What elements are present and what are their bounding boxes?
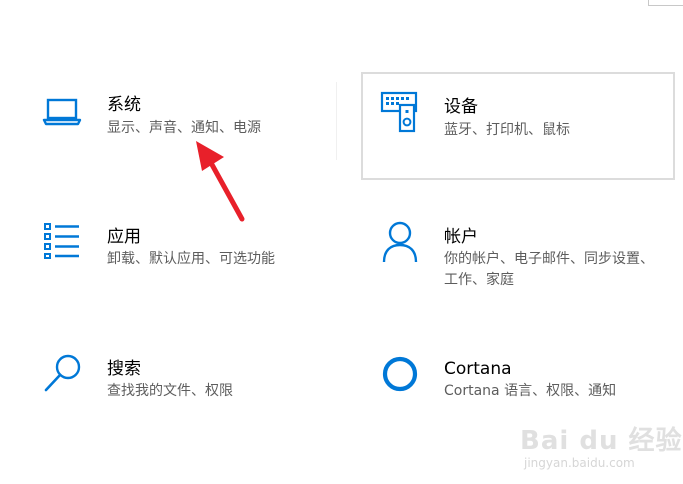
- tile-description: 查找我的文件、权限: [107, 383, 233, 399]
- devices-icon: [380, 91, 418, 133]
- apps-list-icon: [44, 223, 79, 259]
- tile-title: Cortana: [444, 359, 512, 379]
- column-divider: [336, 82, 337, 160]
- person-icon: [382, 221, 418, 263]
- tile-title: 帐户: [444, 227, 478, 247]
- settings-tile-system[interactable]: 系统 显示、声音、通知、电源: [30, 80, 330, 180]
- tile-title: 搜索: [107, 359, 141, 379]
- tile-description: Cortana 语言、权限、通知: [444, 383, 617, 399]
- annotation-arrow-icon: [196, 141, 245, 222]
- settings-tile-devices[interactable]: 设备 蓝牙、打印机、鼠标: [361, 72, 675, 180]
- tile-title: 应用: [107, 227, 141, 247]
- cortana-icon: [382, 356, 418, 392]
- tile-description: 蓝牙、打印机、鼠标: [444, 122, 570, 138]
- tile-description: 卸载、默认应用、可选功能: [107, 251, 275, 267]
- tile-title: 设备: [444, 97, 478, 117]
- window-corner-frame: [648, 0, 683, 6]
- settings-tile-accounts[interactable]: 帐户 你的帐户、电子邮件、同步设置、工作、家庭: [365, 212, 675, 312]
- watermark-url: jingyan.baidu.com: [524, 456, 635, 470]
- search-icon: [44, 354, 81, 392]
- tile-title: 系统: [107, 95, 141, 115]
- baidu-watermark: Bai du 经验 jingyan.baidu.com: [520, 420, 683, 480]
- settings-tile-search[interactable]: 搜索 查找我的文件、权限: [30, 344, 330, 444]
- settings-tile-apps[interactable]: 应用 卸载、默认应用、可选功能: [30, 212, 330, 312]
- laptop-icon: [42, 98, 82, 126]
- tile-description: 你的帐户、电子邮件、同步设置、工作、家庭: [444, 251, 654, 288]
- watermark-logo-text: Bai du 经验: [520, 426, 683, 456]
